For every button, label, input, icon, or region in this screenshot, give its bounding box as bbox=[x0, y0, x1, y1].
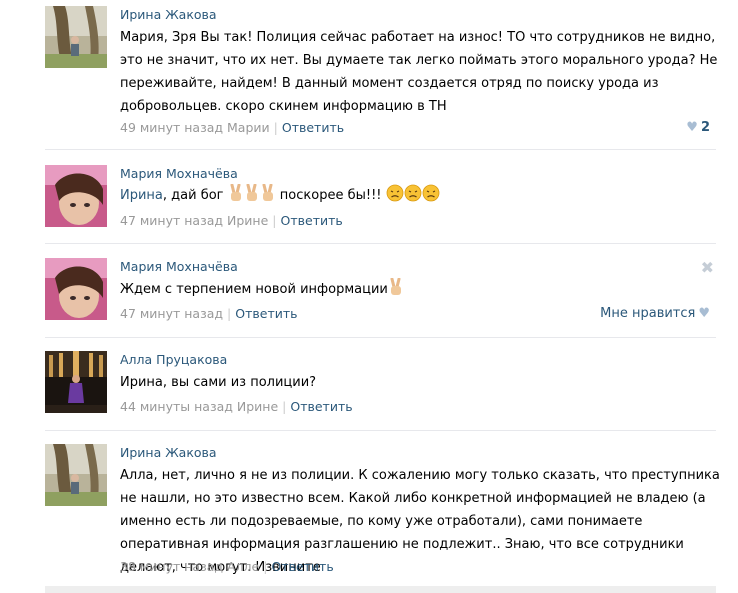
comment-text-suffix: поскорее бы!!! bbox=[275, 188, 382, 203]
comment-text: Мария, Зря Вы так! Полиция сейчас работа… bbox=[120, 30, 718, 114]
comment-meta: 47 минут назад Ирине | Ответить bbox=[120, 213, 343, 228]
disappointed-face-icon bbox=[422, 184, 440, 210]
comment-item: Мария Мохначёва ✖ Ждем с терпением новой… bbox=[0, 244, 738, 338]
like-count: 2 bbox=[700, 120, 710, 135]
reply-button[interactable]: Ответить bbox=[281, 213, 343, 228]
comment-item: Ирина Жакова Мария, Зря Вы так! Полиция … bbox=[0, 0, 738, 150]
comment-time[interactable]: 47 минут назад bbox=[120, 306, 223, 321]
comment-text: Ирина, вы сами из полиции? bbox=[120, 375, 317, 390]
avatar[interactable] bbox=[45, 444, 107, 506]
comment-author[interactable]: Алла Пруцакова bbox=[120, 352, 227, 367]
avatar[interactable] bbox=[45, 165, 107, 227]
comment-meta: 49 минут назад Марии | Ответить bbox=[120, 120, 344, 135]
reply-button[interactable]: Ответить bbox=[290, 399, 352, 414]
comment-author[interactable]: Мария Мохначёва bbox=[120, 259, 238, 274]
meta-separator: | bbox=[263, 559, 268, 574]
avatar[interactable] bbox=[45, 258, 107, 320]
close-icon[interactable]: ✖ bbox=[701, 258, 714, 277]
comment-author[interactable]: Мария Мохначёва bbox=[120, 166, 238, 181]
victory-hand-icon bbox=[388, 277, 404, 304]
like-button[interactable]: ♥ 2 bbox=[683, 120, 710, 135]
avatar[interactable] bbox=[45, 351, 107, 413]
comment-time[interactable]: 47 минут назад Ирине bbox=[120, 213, 268, 228]
meta-separator: | bbox=[273, 120, 278, 135]
meta-separator: | bbox=[227, 306, 232, 321]
bottom-bar bbox=[45, 586, 716, 593]
reply-button[interactable]: Ответить bbox=[235, 306, 297, 321]
victory-hand-icon bbox=[244, 183, 260, 210]
heart-icon: ♥ bbox=[698, 306, 710, 321]
avatar[interactable] bbox=[45, 6, 107, 68]
heart-icon: ♥ bbox=[686, 120, 698, 135]
reply-button[interactable]: Ответить bbox=[282, 120, 344, 135]
disappointed-face-icon bbox=[386, 184, 404, 210]
victory-hand-icon bbox=[228, 183, 244, 210]
comment-meta: 38 минут назад Алле | Ответить bbox=[120, 559, 334, 574]
comment-text: Ждем с терпением новой информации bbox=[120, 277, 720, 304]
comment-author[interactable]: Ирина Жакова bbox=[120, 445, 217, 460]
victory-hand-icon bbox=[260, 183, 276, 210]
meta-separator: | bbox=[282, 399, 287, 414]
comment-text-main: , дай бог bbox=[162, 188, 224, 203]
comment-author[interactable]: Ирина Жакова bbox=[120, 7, 217, 22]
comment-time[interactable]: 49 минут назад Марии bbox=[120, 120, 270, 135]
disappointed-face-icon bbox=[404, 184, 422, 210]
comment-time[interactable]: 44 минуты назад Ирине bbox=[120, 399, 278, 414]
like-button[interactable]: Мне нравится ♥ bbox=[600, 306, 710, 321]
reply-mention[interactable]: Ирина bbox=[120, 188, 163, 203]
comment-item: Ирина Жакова Алла, нет, лично я не из по… bbox=[0, 431, 738, 586]
comment-text-main: Ждем с терпением новой информации bbox=[120, 282, 388, 297]
comment-item: Мария Мохначёва Ирина, дай бог поскорее … bbox=[0, 150, 738, 244]
like-label: Мне нравится bbox=[600, 306, 696, 321]
comment-item: Алла Пруцакова Ирина, вы сами из полиции… bbox=[0, 338, 738, 431]
reply-button[interactable]: Ответить bbox=[271, 559, 333, 574]
comment-text: Ирина, дай бог поскорее бы!!! bbox=[120, 183, 720, 210]
comment-meta: 47 минут назад | Ответить bbox=[120, 306, 298, 321]
comment-meta: 44 минуты назад Ирине | Ответить bbox=[120, 399, 353, 414]
meta-separator: | bbox=[272, 213, 277, 228]
comment-time[interactable]: 38 минут назад Алле bbox=[120, 559, 259, 574]
